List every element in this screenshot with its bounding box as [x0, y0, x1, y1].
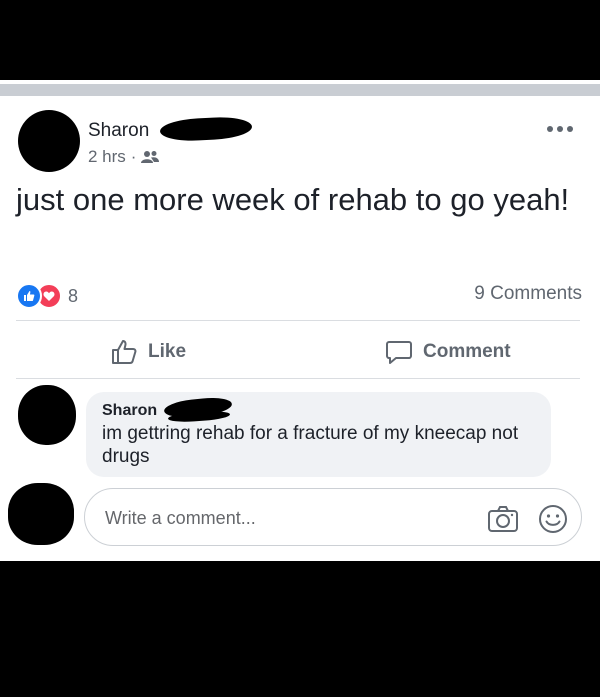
author-name[interactable]: Sharon: [88, 120, 149, 142]
thumbs-up-icon: [16, 283, 42, 309]
camera-icon[interactable]: [487, 503, 519, 535]
friends-icon: [141, 151, 160, 163]
post-text: just one more week of rehab to go yeah!: [16, 182, 570, 217]
reaction-count[interactable]: 8: [68, 286, 78, 307]
more-options-icon[interactable]: [546, 122, 574, 136]
like-label: Like: [148, 341, 187, 362]
thumbs-up-outline-icon: [112, 340, 137, 364]
top-separator: [0, 84, 600, 96]
comment-bubble: Sharon im gettring rehab for a fracture …: [86, 392, 551, 477]
comments-count[interactable]: 9 Comments: [474, 283, 582, 305]
divider: [16, 320, 580, 321]
avatar[interactable]: [18, 385, 76, 445]
post-meta: 2 hrs ·: [88, 147, 160, 167]
like-button[interactable]: Like: [110, 338, 186, 366]
avatar[interactable]: [18, 110, 80, 172]
comment-text: im gettring rehab for a fracture of my k…: [102, 423, 519, 467]
meta-separator: ·: [130, 147, 137, 166]
comment-input[interactable]: [103, 503, 467, 533]
speech-bubble-icon: [386, 341, 412, 364]
smiley-icon[interactable]: [537, 503, 569, 535]
author-name-text[interactable]: Sharon: [88, 120, 149, 141]
reactions-summary[interactable]: 8: [16, 283, 78, 309]
comment-author-name[interactable]: Sharon: [102, 402, 157, 420]
comment-button[interactable]: Comment: [385, 338, 511, 366]
post-time[interactable]: 2 hrs: [88, 147, 126, 167]
comment-composer[interactable]: [84, 488, 582, 546]
divider: [16, 378, 580, 379]
avatar: [8, 483, 74, 545]
post-card: Sharon 2 hrs · just one more week of reh…: [0, 0, 600, 561]
comment-label: Comment: [423, 341, 511, 362]
